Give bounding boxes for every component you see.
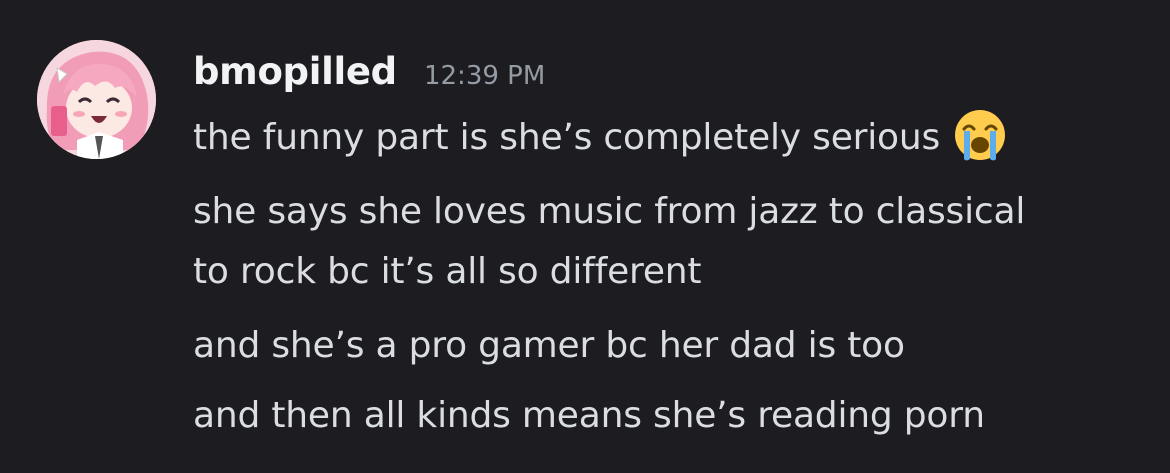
message-line-5: and then all kinds means she’s reading p… — [193, 388, 985, 444]
message-text: to rock bc it’s all so different — [193, 251, 702, 292]
message-text: she says she loves music from jazz to cl… — [193, 191, 1026, 232]
message-text: the funny part is she’s completely serio… — [193, 117, 941, 158]
anime-girl-avatar-icon — [37, 40, 156, 159]
message-line-3: to rock bc it’s all so different — [193, 244, 702, 300]
message-line-1: the funny part is she’s completely serio… — [193, 110, 1008, 167]
loudly-crying-face-emoji-icon — [952, 107, 1008, 163]
user-avatar[interactable] — [37, 40, 156, 159]
username[interactable]: bmopilled — [193, 50, 397, 93]
message-line-2: she says she loves music from jazz to cl… — [193, 184, 1025, 240]
message-text: and she’s a pro gamer bc her dad is too — [193, 325, 905, 366]
message-header: bmopilled 12:39 PM — [193, 50, 545, 102]
timestamp[interactable]: 12:39 PM — [424, 61, 545, 91]
message-line-4: and she’s a pro gamer bc her dad is too — [193, 318, 905, 374]
message-text: and then all kinds means she’s reading p… — [193, 395, 985, 436]
chat-message: bmopilled 12:39 PM the funny part is she… — [0, 0, 1170, 473]
